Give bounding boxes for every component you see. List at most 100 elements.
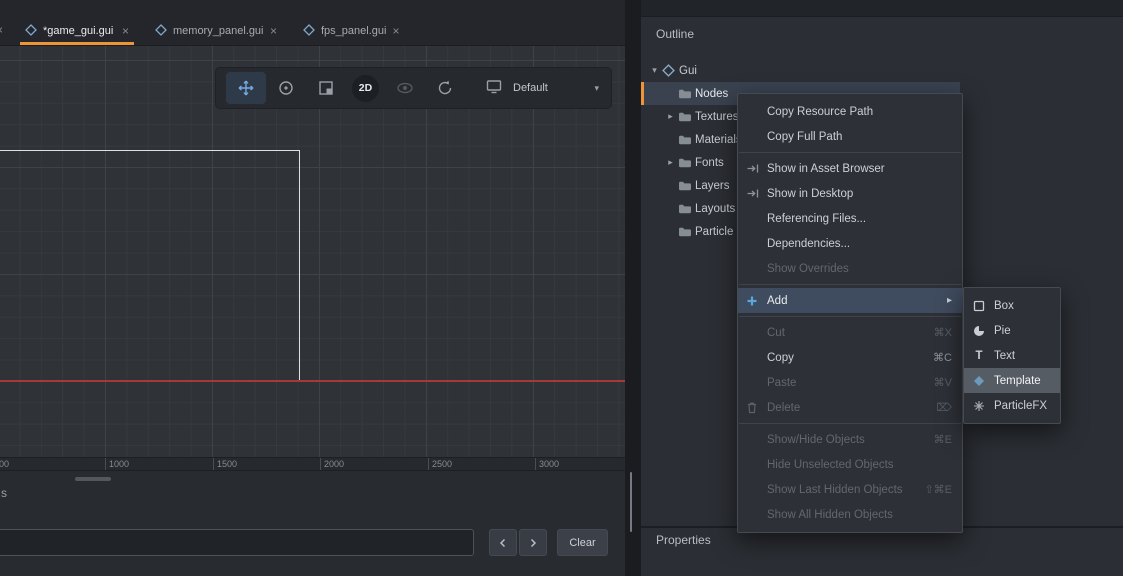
menu-item-dependencies[interactable]: Dependencies... bbox=[738, 231, 962, 256]
outline-title: Outline bbox=[656, 27, 694, 41]
pane-divider bbox=[625, 0, 641, 576]
gui-file-icon bbox=[303, 24, 315, 39]
shortcut-label: ⌦ bbox=[936, 401, 952, 414]
console-panel: s Clear bbox=[0, 470, 625, 576]
submenu-item-box[interactable]: Box bbox=[964, 293, 1060, 318]
tree-row-label: Fonts bbox=[695, 157, 724, 169]
horizontal-scrollbar[interactable] bbox=[75, 477, 111, 481]
twisty-collapsed-icon[interactable]: ▸ bbox=[663, 157, 678, 168]
tab-memory-panel[interactable]: memory_panel.gui × bbox=[146, 17, 286, 45]
menu-item-show-overrides: Show Overrides bbox=[738, 256, 962, 281]
close-icon[interactable]: × bbox=[392, 24, 399, 38]
scale-tool-button[interactable] bbox=[306, 72, 346, 104]
menu-item-referencing-files[interactable]: Referencing Files... bbox=[738, 206, 962, 231]
submenu-item-text[interactable]: T Text bbox=[964, 343, 1060, 368]
splitter-handle[interactable] bbox=[630, 472, 632, 532]
camera-icon bbox=[485, 77, 503, 100]
twisty-collapsed-icon[interactable]: ▸ bbox=[663, 111, 678, 122]
menu-item-show-in-asset-browser[interactable]: Show in Asset Browser bbox=[738, 156, 962, 181]
add-submenu: Box Pie T Text Template ParticleFX bbox=[963, 287, 1061, 424]
ruler-tick bbox=[213, 458, 214, 470]
camera-select[interactable]: Default ▾ bbox=[485, 77, 601, 100]
tree-row-label: Layouts bbox=[695, 203, 735, 215]
submenu-item-pie[interactable]: Pie bbox=[964, 318, 1060, 343]
2d-mode-toggle[interactable]: 2D bbox=[352, 75, 379, 102]
particlefx-icon bbox=[972, 400, 986, 412]
editor-window: × *game_gui.gui × memory_panel.gui × fps… bbox=[0, 0, 1123, 576]
twisty-expanded-icon[interactable]: ▾ bbox=[647, 65, 662, 76]
menu-separator bbox=[739, 152, 961, 153]
folder-icon bbox=[678, 88, 695, 99]
gui-bounds-rect bbox=[0, 150, 300, 381]
clear-button[interactable]: Clear bbox=[557, 529, 608, 556]
ruler-tick bbox=[428, 458, 429, 470]
tree-row-gui[interactable]: ▾ Gui bbox=[641, 59, 1123, 82]
folder-icon bbox=[678, 203, 695, 214]
folder-icon bbox=[678, 134, 695, 145]
tab-bar: × *game_gui.gui × memory_panel.gui × fps… bbox=[0, 0, 625, 46]
close-icon[interactable]: × bbox=[270, 24, 277, 38]
menu-item-show-last-hidden-objects: Show Last Hidden Objects ⇧⌘E bbox=[738, 477, 962, 502]
menu-item-add[interactable]: Add ▸ bbox=[738, 288, 962, 313]
tree-row-label: Nodes bbox=[695, 88, 728, 100]
x-axis-line bbox=[0, 380, 625, 382]
submenu-item-template[interactable]: Template bbox=[964, 368, 1060, 393]
horizontal-ruler: 500 1000 1500 2000 2500 3000 bbox=[0, 457, 625, 470]
ruler-tick bbox=[105, 458, 106, 470]
rotate-tool-button[interactable] bbox=[266, 72, 306, 104]
frame-selection-button[interactable] bbox=[425, 72, 465, 104]
shortcut-label: ⇧⌘E bbox=[924, 483, 952, 496]
ruler-label: 2500 bbox=[432, 459, 452, 469]
ruler-label: 2000 bbox=[324, 459, 344, 469]
context-menu: Copy Resource Path Copy Full Path Show i… bbox=[737, 93, 963, 533]
close-icon[interactable]: × bbox=[122, 24, 129, 38]
menu-item-copy-resource-path[interactable]: Copy Resource Path bbox=[738, 99, 962, 124]
template-icon bbox=[972, 375, 986, 387]
text-icon: T bbox=[972, 350, 986, 362]
folder-icon bbox=[678, 226, 695, 237]
shortcut-label: ⌘E bbox=[934, 433, 952, 446]
ruler-tick bbox=[535, 458, 536, 470]
console-filter-input[interactable] bbox=[0, 529, 474, 556]
close-icon[interactable]: × bbox=[0, 23, 3, 37]
chevron-down-icon: ▾ bbox=[594, 83, 601, 94]
trash-icon bbox=[746, 401, 767, 414]
folder-icon bbox=[678, 111, 695, 122]
next-match-button[interactable] bbox=[519, 529, 547, 556]
submenu-item-particlefx[interactable]: ParticleFX bbox=[964, 393, 1060, 418]
jump-arrow-icon bbox=[746, 188, 767, 199]
box-icon bbox=[972, 300, 986, 312]
tree-row-label: Materials bbox=[695, 134, 742, 146]
gui-file-icon bbox=[25, 24, 37, 39]
menu-item-copy[interactable]: Copy ⌘C bbox=[738, 345, 962, 370]
menu-item-show-hide-objects: Show/Hide Objects ⌘E bbox=[738, 427, 962, 452]
tab-fps-panel[interactable]: fps_panel.gui × bbox=[294, 17, 406, 45]
menu-item-paste: Paste ⌘V bbox=[738, 370, 962, 395]
ruler-label: 3000 bbox=[539, 459, 559, 469]
menu-item-show-in-desktop[interactable]: Show in Desktop bbox=[738, 181, 962, 206]
prev-match-button[interactable] bbox=[489, 529, 517, 556]
shortcut-label: ⌘V bbox=[934, 376, 952, 389]
gui-file-icon bbox=[155, 24, 167, 39]
folder-icon bbox=[678, 180, 695, 191]
menu-separator bbox=[739, 316, 961, 317]
menu-item-delete: Delete ⌦ bbox=[738, 395, 962, 420]
move-tool-button[interactable] bbox=[226, 72, 266, 104]
panel-top-strip bbox=[641, 0, 1123, 17]
submenu-arrow-icon: ▸ bbox=[947, 295, 952, 306]
scene-viewport[interactable]: 2D Default ▾ 500 1000 15 bbox=[0, 46, 625, 470]
console-partial-label: s bbox=[1, 486, 7, 500]
menu-item-copy-full-path[interactable]: Copy Full Path bbox=[738, 124, 962, 149]
tab-label: memory_panel.gui bbox=[173, 25, 264, 37]
shortcut-label: ⌘X bbox=[934, 326, 952, 339]
tab-label: *game_gui.gui bbox=[43, 25, 113, 37]
visibility-filter-button[interactable] bbox=[385, 72, 425, 104]
tab-game-gui[interactable]: *game_gui.gui × bbox=[16, 17, 138, 45]
jump-arrow-icon bbox=[746, 163, 767, 174]
menu-item-cut: Cut ⌘X bbox=[738, 320, 962, 345]
ruler-label: 500 bbox=[0, 459, 9, 469]
ruler-label: 1000 bbox=[109, 459, 129, 469]
menu-separator bbox=[739, 284, 961, 285]
scene-toolbar: 2D Default ▾ bbox=[215, 67, 612, 109]
tree-row-label: Gui bbox=[679, 65, 697, 77]
